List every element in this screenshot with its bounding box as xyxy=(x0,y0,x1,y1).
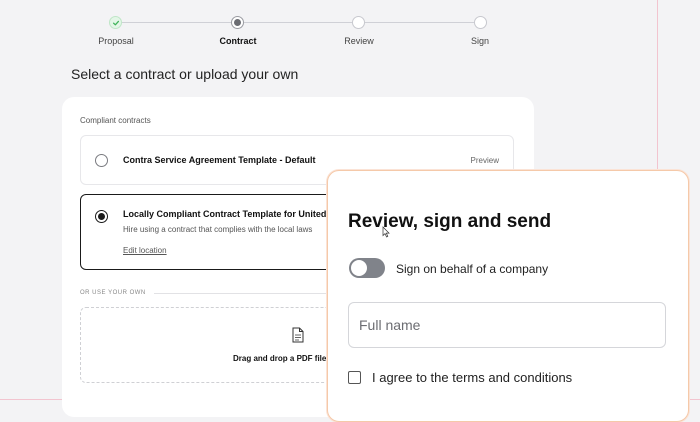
agree-label[interactable]: I agree to the terms and conditions xyxy=(372,370,572,385)
toggle-label: Sign on behalf of a company xyxy=(396,262,549,276)
section-label: Compliant contracts xyxy=(80,116,151,125)
or-use-your-own-label: OR USE YOUR OWN xyxy=(80,290,146,296)
page-title: Select a contract or upload your own xyxy=(71,66,299,82)
step-connector xyxy=(365,22,474,23)
preview-link[interactable]: Preview xyxy=(471,156,499,165)
dropzone-text: Drag and drop a PDF file or xyxy=(233,354,337,363)
edit-location-link[interactable]: Edit location xyxy=(123,246,167,255)
radio-button-selected[interactable] xyxy=(95,210,108,223)
toggle-knob xyxy=(351,260,367,276)
step-connector xyxy=(244,22,352,23)
modal-title: Review, sign and send xyxy=(348,211,552,232)
radio-button-unselected[interactable] xyxy=(95,154,108,167)
step-label-review[interactable]: Review xyxy=(344,36,374,46)
contract-option-title: Locally Compliant Contract Template for … xyxy=(123,209,327,219)
review-sign-modal: Review, sign and send Sign on behalf of … xyxy=(327,170,689,422)
contract-option-description: Hire using a contract that complies with… xyxy=(123,225,313,234)
progress-stepper: Proposal Contract Review Sign xyxy=(0,0,700,60)
document-icon xyxy=(292,327,304,343)
step-proposal-check-icon[interactable] xyxy=(109,16,122,29)
step-contract-indicator[interactable] xyxy=(231,16,244,29)
step-label-sign[interactable]: Sign xyxy=(471,36,489,46)
step-connector xyxy=(122,22,231,23)
full-name-input[interactable] xyxy=(348,302,666,348)
step-label-proposal[interactable]: Proposal xyxy=(98,36,134,46)
contract-option-title: Contra Service Agreement Template - Defa… xyxy=(123,155,316,165)
step-label-contract[interactable]: Contract xyxy=(219,36,256,46)
step-review-indicator[interactable] xyxy=(352,16,365,29)
step-sign-indicator[interactable] xyxy=(474,16,487,29)
mouse-cursor-icon xyxy=(382,226,390,238)
agree-checkbox[interactable] xyxy=(348,371,361,384)
company-toggle[interactable] xyxy=(349,258,385,278)
